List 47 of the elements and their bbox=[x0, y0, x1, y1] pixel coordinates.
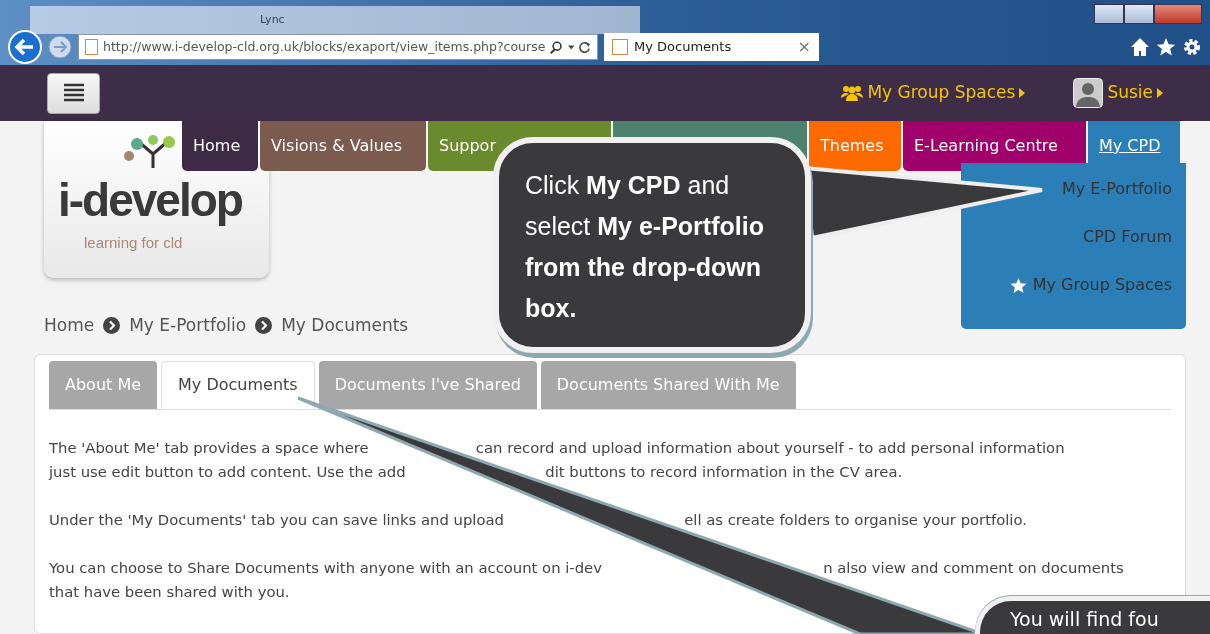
logo-tagline: learning for cld bbox=[84, 235, 183, 250]
close-button[interactable] bbox=[1154, 4, 1202, 24]
tab[interactable]: My Documents bbox=[161, 361, 315, 409]
forward-icon[interactable] bbox=[48, 35, 72, 59]
menu-button[interactable] bbox=[47, 72, 100, 114]
breadcrumb-link[interactable]: Home bbox=[44, 313, 95, 339]
star-icon bbox=[1009, 277, 1027, 294]
paragraph-text: that have been shared with you. bbox=[49, 583, 290, 600]
tab-title: My Documents bbox=[634, 38, 732, 57]
user-menu[interactable]: Susie bbox=[1073, 78, 1163, 108]
logo-text: i-develop bbox=[58, 173, 242, 228]
paragraph-text: You can choose to Share Documents with anyone with an account on i-dev bbox=[49, 559, 602, 576]
caret-icon bbox=[1019, 88, 1026, 98]
menu-icon bbox=[62, 83, 85, 103]
paragraph-text: ell as create folders to organise your portfolio. bbox=[684, 511, 1027, 528]
restore-button[interactable] bbox=[1124, 4, 1154, 24]
paragraph-text: The 'About Me' tab provides a space where bbox=[49, 439, 369, 456]
paragraph-text: can record and upload information about yourself - to add personal information bbox=[475, 439, 1065, 456]
avatar-icon bbox=[1073, 78, 1104, 108]
breadcrumb-link[interactable]: My E-Portfolio bbox=[129, 313, 247, 339]
tree-icon bbox=[124, 135, 175, 168]
browser-tab[interactable]: My Documents × bbox=[604, 33, 819, 61]
callout-text: You will find fou bbox=[975, 596, 1210, 634]
star-icon[interactable] bbox=[1156, 37, 1176, 57]
paragraph-text: just use edit button to add content. Use the add bbox=[49, 463, 406, 480]
back-icon[interactable] bbox=[8, 30, 42, 64]
home-icon[interactable] bbox=[1130, 37, 1150, 57]
chevron-icon bbox=[103, 317, 121, 335]
search-icon[interactable] bbox=[550, 39, 563, 55]
paragraph-text: Under the 'My Documents' tab you can save links and upload bbox=[49, 511, 504, 528]
caret-icon bbox=[1157, 88, 1163, 98]
group-icon bbox=[841, 85, 864, 101]
background-window-title: Lync bbox=[30, 6, 640, 34]
url-text: http://www.i-develop-cld.org.uk/blocks/exaport/view_items.php?course bbox=[103, 37, 546, 56]
refresh-icon[interactable] bbox=[579, 39, 591, 55]
settings-icon[interactable] bbox=[1182, 37, 1202, 57]
address-field[interactable]: http://www.i-develop-cld.org.uk/blocks/exaport/view_items.php?course bbox=[78, 34, 598, 60]
group-spaces-link[interactable]: My Group Spaces bbox=[841, 80, 1026, 106]
chevron-icon bbox=[255, 317, 273, 335]
close-tab-button[interactable]: × bbox=[797, 35, 811, 59]
caret-icon[interactable] bbox=[567, 44, 575, 50]
minimize-button[interactable] bbox=[1094, 4, 1124, 24]
paragraph-text: dit buttons to record information in the CV area. bbox=[545, 463, 903, 480]
paragraph-text: n also view and comment on documents bbox=[823, 559, 1124, 576]
nav-tab[interactable]: Visions & Values bbox=[260, 121, 426, 171]
breadcrumb-current: My Documents bbox=[281, 314, 409, 337]
nav-tab[interactable]: Home bbox=[182, 121, 258, 171]
